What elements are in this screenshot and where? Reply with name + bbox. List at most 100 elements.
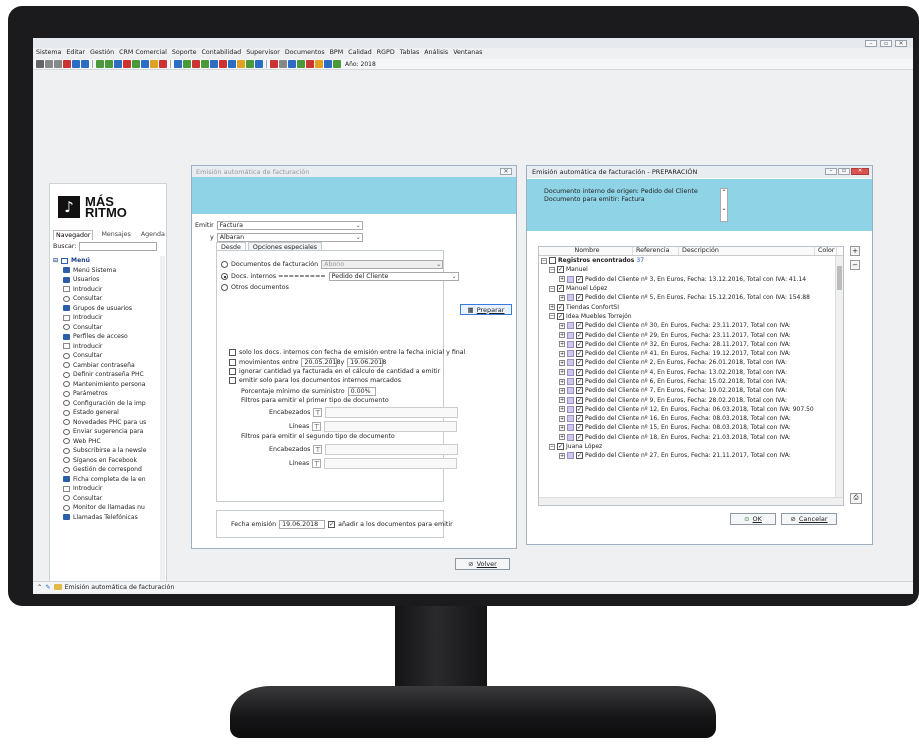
toolbar-button-icon[interactable] [306,60,314,68]
navigator-item[interactable]: Enviar sugerencia para [53,427,161,437]
column-referencia[interactable]: Referencia [633,247,679,255]
navigator-item[interactable]: Introducir [53,285,161,295]
navigator-item[interactable]: Definir contraseña PHC [53,370,161,380]
navigator-item[interactable]: Cambiar contraseña [53,361,161,371]
filter2-lineas-field[interactable] [324,458,458,469]
tree-root-row[interactable]: − Registros encontrados 37 [539,256,843,265]
maximize-icon[interactable]: ▫ [880,40,892,47]
toolbar-button-icon[interactable] [150,60,158,68]
expand-icon[interactable]: + [559,350,565,357]
minimize-icon[interactable]: – [825,168,837,175]
toolbar-button-icon[interactable] [255,60,263,68]
minimize-icon[interactable]: – [865,40,877,47]
toolbar-button-icon[interactable] [105,60,113,68]
tree-vertical-scrollbar[interactable] [835,256,843,498]
row-checkbox[interactable]: ✓ [576,424,583,432]
cancel-button[interactable]: ⊘ Cancelar [781,513,837,525]
tree-record-row[interactable]: + ✓ Pedido del Cliente nº 15, En Euros, Fe… [539,423,843,432]
menu-sistema[interactable]: Sistema [36,49,61,58]
radio-internos[interactable] [221,273,228,280]
filter1-encabezados-field[interactable] [325,407,459,418]
row-checkbox[interactable]: ✓ [557,285,564,293]
toolbar-button-icon[interactable] [114,60,122,68]
tree-record-row[interactable]: + ✓ Pedido del Cliente nº 30, En Euros, Fe… [539,321,843,330]
toolbar-button-icon[interactable] [279,60,287,68]
row-checkbox[interactable]: ✓ [576,275,583,283]
navigator-item[interactable]: Introducir [53,484,161,494]
check-solo-docs[interactable] [229,349,236,356]
filter1-lineas-field[interactable] [324,421,458,432]
check-ignorar[interactable] [229,368,236,375]
tree-root-menu[interactable]: ⊟ Menú [53,256,161,266]
filter-icon[interactable]: ⊤ [312,422,322,431]
row-checkbox[interactable]: ✓ [557,312,564,320]
expand-icon[interactable]: + [559,369,565,376]
preparar-button[interactable]: ▦ Preparar [460,304,512,315]
toolbar-button-icon[interactable] [72,60,80,68]
navigator-scrollbar[interactable] [160,256,165,581]
row-checkbox[interactable]: ✓ [557,443,564,451]
tree-record-row[interactable]: + ✓ Pedido del Cliente nº 41, En Euros, Fe… [539,349,843,358]
tree-horizontal-scrollbar[interactable] [539,497,843,505]
facturacion-select[interactable]: Abono ⌄ [321,260,444,269]
menu-documentos[interactable]: Documentos [285,49,325,58]
row-checkbox[interactable]: ✓ [576,415,583,423]
row-checkbox[interactable]: ✓ [576,378,583,385]
menu-análisis[interactable]: Análisis [424,49,448,58]
navigator-item[interactable]: Consultar [53,494,161,504]
navigator-item[interactable]: Menú Sistema [53,266,161,276]
toolbar-button-icon[interactable] [237,60,245,68]
tree-record-row[interactable]: + ✓ Pedido del Cliente nº 27, En Euros, Fe… [539,451,843,460]
row-checkbox[interactable]: ✓ [576,396,583,404]
navigator-item[interactable]: Grupos de usuarios [53,304,161,314]
date-to-field[interactable]: 19.06.2018 [347,358,386,367]
menu-soporte[interactable]: Soporte [172,49,197,58]
toolbar-button-icon[interactable] [219,60,227,68]
tree-record-row[interactable]: + ✓ Pedido del Cliente nº 4, En Euros, Fec… [539,368,843,377]
row-checkbox[interactable]: ✓ [576,331,583,339]
collapse-icon[interactable]: ⊟ [53,257,58,264]
expand-icon[interactable]: + [549,304,555,311]
menu-bpm[interactable]: BPM [330,49,344,58]
collapse-icon[interactable]: − [549,285,555,292]
tree-group-row[interactable]: − ✓ Manuel López [539,284,843,293]
ok-button[interactable]: ⊙ OK [730,513,776,525]
y-select[interactable]: Albaran ⌄ [216,233,363,242]
toolbar-button-icon[interactable] [81,60,89,68]
expand-icon[interactable]: + [559,341,565,348]
menu-ventanas[interactable]: Ventanas [453,49,482,58]
print-icon[interactable]: ⎙ [850,493,862,504]
fecha-field[interactable]: 19.06.2018 [279,520,326,529]
row-checkbox[interactable]: ✓ [576,368,583,376]
check-movimientos[interactable] [229,359,236,366]
navigator-item[interactable]: Web PHC [53,437,161,447]
expand-icon[interactable]: + [559,415,565,422]
row-checkbox[interactable]: ✓ [576,405,583,413]
row-checkbox[interactable]: ✓ [576,452,583,460]
chevron-up-icon[interactable]: ⌃ [37,584,42,591]
tree-record-row[interactable]: + ✓ Pedido del Cliente nº 2, En Euros, Fec… [539,358,843,367]
toolbar-button-icon[interactable] [333,60,341,68]
toolbar-button-icon[interactable] [201,60,209,68]
expand-icon[interactable]: + [559,387,565,394]
collapse-icon[interactable]: − [549,266,555,273]
navigator-item[interactable]: Novedades PHC para us [53,418,161,428]
tree-group-row[interactable]: − ✓ Juana López [539,442,843,451]
toolbar-button-icon[interactable] [63,60,71,68]
tree-record-row[interactable]: + ✓ Pedido del Cliente nº 6, En Euros, Fec… [539,377,843,386]
collapse-icon[interactable]: − [549,443,555,450]
row-checkbox[interactable] [549,257,556,265]
column-color[interactable]: Color [815,247,837,255]
porcentaje-field[interactable]: 0.00% [347,387,376,396]
navigator-item[interactable]: Estado general [53,408,161,418]
menu-calidad[interactable]: Calidad [348,49,372,58]
toolbar-button-icon[interactable] [297,60,305,68]
navigator-item[interactable]: Consultar [53,351,161,361]
row-checkbox[interactable]: ✓ [576,433,583,441]
filter-icon[interactable]: ⊤ [313,408,323,417]
tab-navegador[interactable]: Navegador [53,230,94,240]
emitir-select[interactable]: Factura ⌄ [216,221,363,230]
expand-icon[interactable]: + [559,424,565,431]
row-checkbox[interactable]: ✓ [576,294,583,302]
navigator-item[interactable]: Consultar [53,323,161,333]
